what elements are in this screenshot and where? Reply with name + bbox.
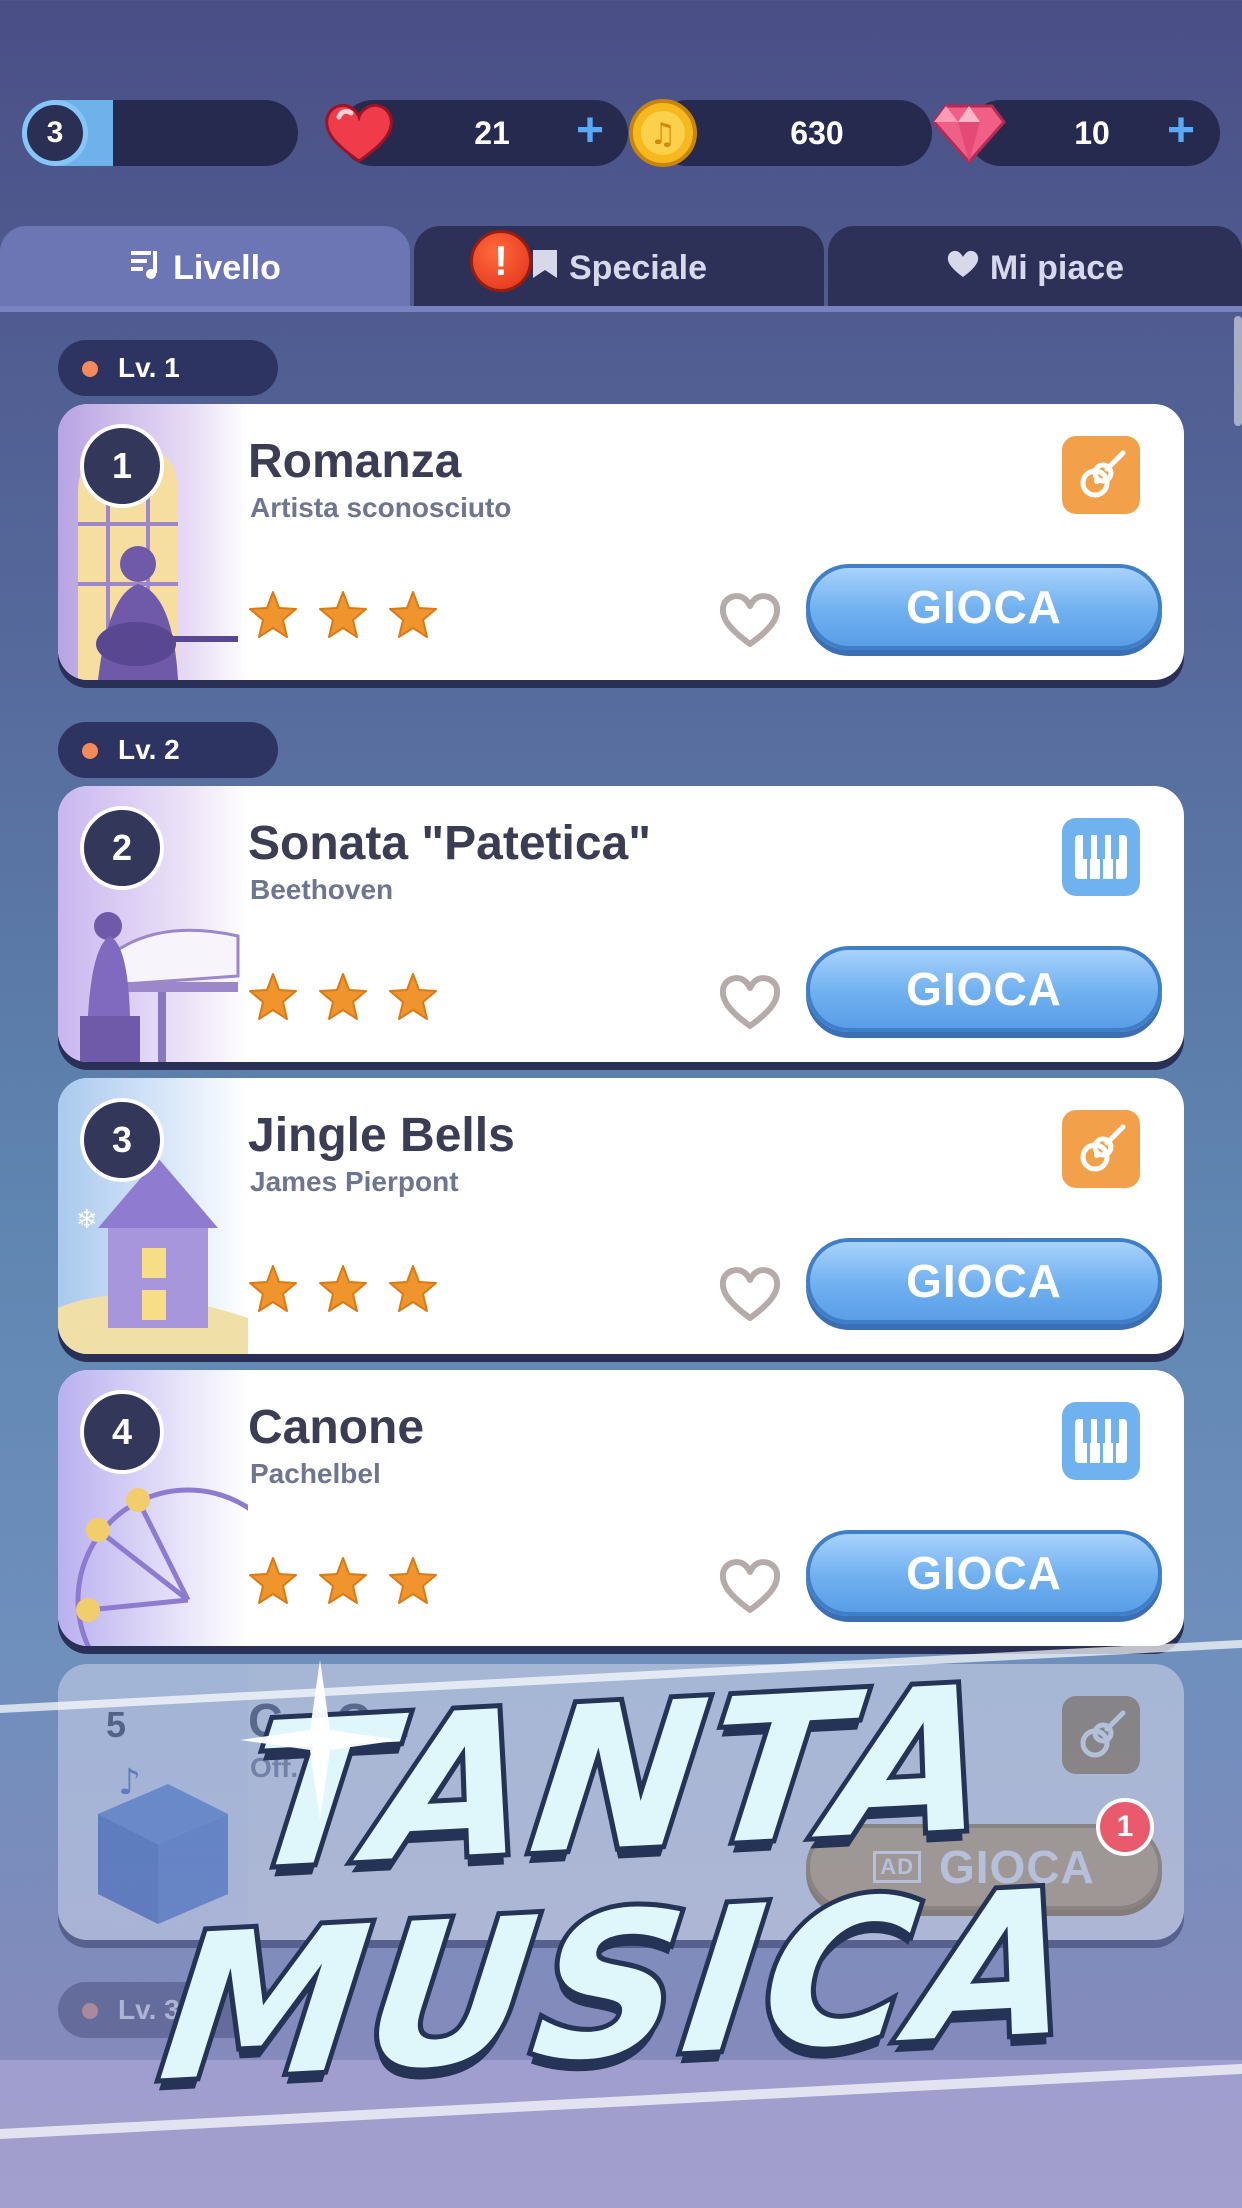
guitar-icon — [1062, 1110, 1140, 1188]
category-tabs: Livello Speciale ! Mi piace — [0, 226, 1242, 310]
heart-icon — [946, 249, 980, 288]
song-card[interactable]: ❄ 3 Jingle Bells James Pierpont GIOCA — [58, 1078, 1184, 1354]
song-title: Jingle Bells — [248, 1109, 515, 1162]
heart-icon — [322, 96, 396, 170]
song-artist: Beethoven — [250, 874, 394, 905]
song-title: Canone — [248, 1401, 425, 1454]
coins-count: 630 — [790, 115, 844, 151]
star-rating — [248, 972, 438, 1022]
scrollbar[interactable] — [1234, 316, 1242, 426]
star-icon — [319, 1265, 367, 1312]
sparkle-icon — [240, 1660, 400, 1820]
star-icon — [249, 591, 297, 638]
song-number: 1 — [80, 424, 164, 508]
coin-icon: ♫ — [626, 96, 700, 170]
piano-icon — [1062, 1402, 1140, 1480]
song-card[interactable]: 4 Canone Pachelbel GIOCA — [58, 1370, 1184, 1646]
level-tag: Lv. 2 — [58, 722, 278, 778]
song-title: Romanza — [248, 435, 462, 488]
star-rating — [248, 1556, 438, 1606]
star-icon — [319, 591, 367, 638]
svg-text:♫: ♫ — [650, 117, 677, 152]
favorite-heart-icon[interactable] — [718, 1556, 782, 1614]
favorite-heart-icon[interactable] — [718, 972, 782, 1030]
level-tag: Lv. 1 — [58, 340, 278, 396]
song-artist: Pachelbel — [250, 1458, 381, 1489]
song-card[interactable]: 2 Sonata "Patetica" Beethoven GIOCA — [58, 786, 1184, 1062]
svg-text:❄: ❄ — [76, 1205, 98, 1235]
star-icon — [249, 1557, 297, 1604]
alert-icon: ! — [470, 230, 532, 292]
piano-icon — [1062, 818, 1140, 896]
play-button[interactable]: GIOCA — [806, 1530, 1162, 1616]
resource-bar: 3 21 + ♫ 630 10 + — [22, 99, 1220, 170]
tab-label: Speciale — [569, 248, 707, 287]
add-lives-button[interactable]: + — [565, 100, 615, 166]
tab-livello[interactable]: Livello — [0, 226, 410, 310]
play-button[interactable]: GIOCA — [806, 564, 1162, 650]
add-gems-button[interactable]: + — [1156, 100, 1206, 166]
star-icon — [389, 591, 437, 638]
level-label: Lv. 1 — [118, 352, 180, 383]
song-number: 4 — [80, 1390, 164, 1474]
tab-label: Mi piace — [989, 248, 1125, 287]
lives-count: 21 — [474, 115, 510, 151]
play-button[interactable]: GIOCA — [806, 1238, 1162, 1324]
level-dot — [82, 361, 98, 377]
star-rating — [248, 1264, 438, 1314]
gems-count: 10 — [1074, 115, 1110, 151]
star-icon — [319, 1557, 367, 1604]
star-icon — [389, 1265, 437, 1312]
song-number: 3 — [80, 1098, 164, 1182]
song-card[interactable]: 1 Romanza Artista sconosciuto GIOCA — [58, 404, 1184, 680]
song-artist: Artista sconosciuto — [250, 492, 512, 523]
favorite-heart-icon[interactable] — [718, 590, 782, 648]
player-level-badge: 3 — [22, 100, 88, 166]
favorite-heart-icon[interactable] — [718, 1264, 782, 1322]
level-dot — [82, 743, 98, 759]
star-icon — [389, 1557, 437, 1604]
song-artist: James Pierpont — [250, 1166, 459, 1197]
tab-label: Livello — [173, 248, 281, 287]
star-rating — [248, 590, 438, 640]
music-list-icon — [129, 247, 163, 290]
star-icon — [249, 973, 297, 1020]
gem-icon — [932, 96, 1006, 170]
guitar-icon — [1062, 436, 1140, 514]
tab-mi-piace[interactable]: Mi piace — [828, 226, 1242, 310]
level-label: Lv. 2 — [118, 734, 180, 765]
bookmark-icon — [531, 248, 559, 289]
song-title: Sonata "Patetica" — [248, 817, 651, 870]
tab-underline — [0, 306, 1242, 312]
play-button[interactable]: GIOCA — [806, 946, 1162, 1032]
star-icon — [319, 973, 367, 1020]
star-icon — [249, 1265, 297, 1312]
song-number: 2 — [80, 806, 164, 890]
star-icon — [389, 973, 437, 1020]
